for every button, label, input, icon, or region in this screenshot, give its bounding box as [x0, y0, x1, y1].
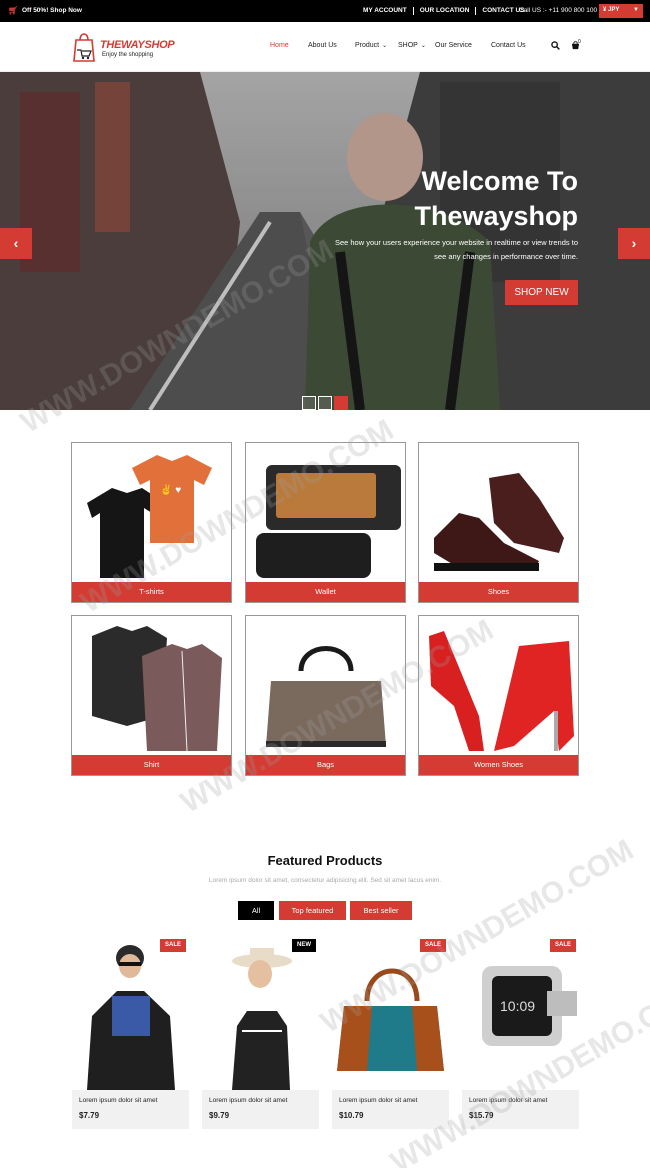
slide-dot[interactable] [302, 396, 316, 410]
product-image [332, 936, 449, 1090]
product-image [72, 936, 189, 1090]
nav-contact[interactable]: Contact Us [491, 42, 526, 49]
cart-count-badge: 0 [578, 39, 581, 45]
main-header: THEWAYSHOP Enjoy the shopping Home About… [0, 22, 650, 72]
sale-badge: SALE [419, 939, 446, 952]
category-card-shirt[interactable]: Shirt [71, 615, 232, 776]
product-info: Lorem ipsum dolor sit amet $7.79 [72, 1090, 189, 1129]
product-card[interactable]: SALE Lorem ipsum dolor sit amet $10.79 [332, 936, 449, 1129]
product-info: Lorem ipsum dolor sit amet $15.79 [462, 1090, 579, 1129]
shop-new-button[interactable]: SHOP NEW [505, 280, 578, 305]
product-card[interactable]: SALE Lorem ipsum dolor sit amet $7.79 [72, 936, 189, 1129]
nav-shop-label: SHOP [398, 42, 418, 49]
product-price: $15.79 [469, 1111, 494, 1120]
logo-tagline: Enjoy the shopping [102, 52, 154, 58]
bag-image [266, 646, 386, 747]
category-card-bags[interactable]: Bags [245, 615, 406, 776]
product-name[interactable]: Lorem ipsum dolor sit amet [209, 1097, 319, 1104]
heels-image [429, 631, 574, 751]
hero-subtitle: See how your users experience your websi… [334, 238, 578, 261]
filter-all-button[interactable]: All [238, 901, 274, 920]
search-icon[interactable] [551, 41, 560, 52]
product-name[interactable]: Lorem ipsum dolor sit amet [469, 1097, 579, 1104]
product-price: $9.79 [209, 1111, 230, 1120]
hero-title: Welcome To Thewayshop [414, 164, 578, 234]
prev-slide-button[interactable]: ‹ [0, 228, 32, 259]
product-info: Lorem ipsum dolor sit amet $10.79 [332, 1090, 449, 1129]
hero-title-line2: Thewayshop [414, 201, 578, 231]
promo-text[interactable]: Off 50%! Shop Now [22, 7, 82, 14]
cart-icon: 🛒︎ [8, 6, 19, 15]
product-card[interactable]: NEW Lorem ipsum dolor sit amet $9.79 [202, 936, 319, 1129]
wallet-image [256, 465, 401, 578]
nav-shop[interactable]: SHOP ⌄ [398, 42, 426, 49]
category-card-tshirts[interactable]: ✌ ♥ T-shirts [71, 442, 232, 603]
category-label: Shirt [72, 755, 231, 775]
product-name[interactable]: Lorem ipsum dolor sit amet [79, 1097, 189, 1104]
chevron-down-icon: ▼ [633, 7, 639, 13]
product-info: Lorem ipsum dolor sit amet $9.79 [202, 1090, 319, 1129]
shirt-image [92, 626, 222, 752]
category-card-women-shoes[interactable]: Women Shoes [418, 615, 579, 776]
chevron-down-icon: ⌄ [420, 43, 426, 49]
next-slide-button[interactable]: › [618, 228, 650, 259]
sale-badge: SALE [549, 939, 576, 952]
chevron-down-icon: ⌄ [382, 43, 388, 49]
currency-value: ¥ JPY [603, 7, 620, 13]
product-card[interactable]: 10:09 SALE Lorem ipsum dolor sit amet $1… [462, 936, 579, 1129]
slide-dot-active[interactable] [334, 396, 348, 410]
product-price: $10.79 [339, 1111, 364, 1120]
filter-best-seller-button[interactable]: Best seller [350, 901, 412, 920]
new-badge: NEW [292, 939, 316, 952]
svg-text:10:09: 10:09 [500, 998, 535, 1014]
product-image [202, 936, 319, 1090]
product-image: 10:09 [462, 936, 579, 1090]
hero-title-line1: Welcome To [421, 166, 578, 196]
category-card-wallet[interactable]: Wallet [245, 442, 406, 603]
nav-service[interactable]: Our Service [435, 42, 472, 49]
category-label: Shoes [419, 582, 578, 602]
svg-text:✌ ♥: ✌ ♥ [160, 483, 181, 496]
nav-product-label: Product [355, 42, 380, 49]
nav-product[interactable]: Product ⌄ [355, 42, 387, 49]
tshirts-image: ✌ ♥ [87, 455, 212, 578]
shopping-bag-logo-icon [73, 33, 95, 62]
featured-subtitle: Lorem ipsum dolor sit amet, consectetur … [208, 877, 442, 884]
featured-title: Featured Products [267, 853, 383, 868]
shoes-image [434, 473, 564, 571]
slide-indicators [302, 396, 348, 410]
sale-badge: SALE [159, 939, 186, 952]
call-us-text: Call US :- +11 900 800 100 [519, 7, 598, 14]
category-label: Wallet [246, 582, 405, 602]
slide-dot[interactable] [318, 396, 332, 410]
category-card-shoes[interactable]: Shoes [418, 442, 579, 603]
my-account-link[interactable]: MY ACCOUNT [363, 7, 414, 15]
nav-home[interactable]: Home [270, 42, 289, 49]
top-bar: 🛒︎ Off 50%! Shop Now MY ACCOUNT OUR LOCA… [0, 0, 650, 22]
product-price: $7.79 [79, 1111, 100, 1120]
our-location-link[interactable]: OUR LOCATION [414, 7, 477, 15]
product-name[interactable]: Lorem ipsum dolor sit amet [339, 1097, 449, 1104]
filter-top-featured-button[interactable]: Top featured [279, 901, 346, 920]
chevron-left-icon: ‹ [13, 235, 19, 251]
currency-select[interactable]: ¥ JPY ▼ [599, 4, 643, 18]
logo-name: THEWAYSHOP [100, 39, 175, 51]
top-links: MY ACCOUNT OUR LOCATION CONTACT US [363, 7, 531, 15]
logo[interactable]: THEWAYSHOP Enjoy the shopping [72, 28, 175, 66]
category-label: Women Shoes [419, 755, 578, 775]
chevron-right-icon: › [631, 235, 637, 251]
hero-slider: Welcome To Thewayshop See how your users… [0, 72, 650, 410]
category-label: T-shirts [72, 582, 231, 602]
nav-about[interactable]: About Us [308, 42, 337, 49]
category-label: Bags [246, 755, 405, 775]
